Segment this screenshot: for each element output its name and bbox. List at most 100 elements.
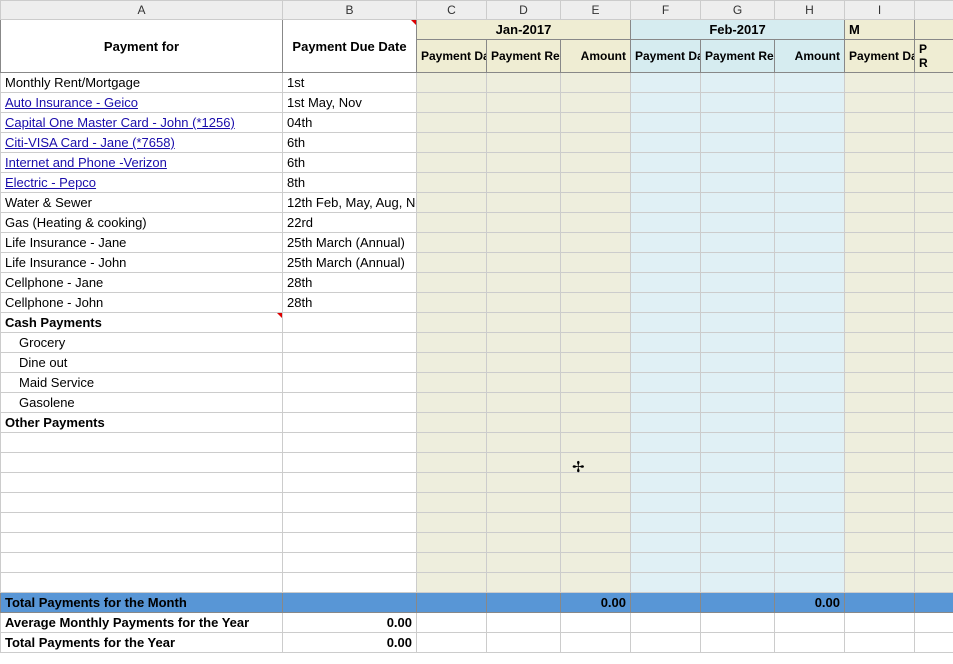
table-row[interactable]: Capital One Master Card - John (*1256)04… <box>1 113 953 133</box>
cell-month-jan[interactable] <box>561 373 631 393</box>
cell-month-jan[interactable] <box>417 73 487 93</box>
cell-month-jan[interactable] <box>417 173 487 193</box>
cell-month-feb[interactable] <box>701 453 775 473</box>
cell-payment-for[interactable] <box>1 513 283 533</box>
col-header[interactable] <box>915 1 953 20</box>
cell-month-next[interactable] <box>915 233 953 253</box>
cell-payment-for[interactable] <box>1 493 283 513</box>
subheader-payment-date[interactable]: Payment Date <box>631 40 701 73</box>
cell-due-date[interactable] <box>283 513 417 533</box>
table-row[interactable]: Cellphone - Jane28th <box>1 273 953 293</box>
cell-payment-for[interactable]: Other Payments <box>1 413 283 433</box>
cell-month-feb[interactable] <box>775 353 845 373</box>
cell-month-next[interactable] <box>915 313 953 333</box>
cell-month-jan[interactable] <box>417 573 487 593</box>
cell-month-feb[interactable] <box>631 353 701 373</box>
cell-month-jan[interactable] <box>561 573 631 593</box>
table-row[interactable]: Grocery <box>1 333 953 353</box>
cell-month-feb[interactable] <box>631 453 701 473</box>
col-header[interactable]: I <box>845 1 915 20</box>
cell-month-feb[interactable] <box>775 133 845 153</box>
cell-month-jan[interactable] <box>561 513 631 533</box>
col-header[interactable]: H <box>775 1 845 20</box>
cell-payment-for[interactable]: Grocery <box>1 333 283 353</box>
cell-month-next[interactable] <box>845 433 915 453</box>
cell-month-feb[interactable] <box>775 313 845 333</box>
cell-month-feb[interactable] <box>631 493 701 513</box>
cell-month-jan[interactable] <box>417 233 487 253</box>
cell-month-next[interactable] <box>845 313 915 333</box>
cell-month-jan[interactable] <box>561 493 631 513</box>
cell-month-jan[interactable] <box>561 113 631 133</box>
cell-month-jan[interactable] <box>487 433 561 453</box>
cell-due-date[interactable]: 8th <box>283 173 417 193</box>
cell-month-jan[interactable] <box>561 473 631 493</box>
cell-month-jan[interactable] <box>561 393 631 413</box>
cell-month-feb[interactable] <box>701 353 775 373</box>
cell-month-jan[interactable] <box>487 513 561 533</box>
cell-month-jan[interactable] <box>487 213 561 233</box>
cell-month-jan[interactable] <box>487 333 561 353</box>
cell-month-next[interactable] <box>915 293 953 313</box>
subheader-payment-date[interactable]: Payment Date <box>417 40 487 73</box>
cell-month-next[interactable] <box>845 73 915 93</box>
cell-month-next[interactable] <box>915 513 953 533</box>
cell-month-feb[interactable] <box>701 153 775 173</box>
cell-month-feb[interactable] <box>775 173 845 193</box>
cell-month-feb[interactable] <box>701 273 775 293</box>
cell-month-feb[interactable] <box>775 233 845 253</box>
cell-month-feb[interactable] <box>701 173 775 193</box>
cell-month-feb[interactable] <box>701 313 775 333</box>
cell-month-jan[interactable] <box>417 153 487 173</box>
table-row[interactable]: Maid Service <box>1 373 953 393</box>
cell-due-date[interactable]: 1st May, Nov <box>283 93 417 113</box>
table-row[interactable]: Citi-VISA Card - Jane (*7658)6th <box>1 133 953 153</box>
cell-month-next[interactable] <box>915 153 953 173</box>
cell-month-jan[interactable] <box>417 93 487 113</box>
table-row[interactable] <box>1 513 953 533</box>
cell-month-feb[interactable] <box>701 333 775 353</box>
cell-payment-for[interactable]: Dine out <box>1 353 283 373</box>
cell-due-date[interactable] <box>283 433 417 453</box>
cell-month-jan[interactable] <box>487 533 561 553</box>
cell-month-jan[interactable] <box>417 433 487 453</box>
cell-due-date[interactable]: 25th March (Annual) <box>283 253 417 273</box>
cell-month-jan[interactable] <box>487 273 561 293</box>
cell-due-date[interactable] <box>283 473 417 493</box>
cell-payment-for[interactable] <box>1 553 283 573</box>
cell-month-jan[interactable] <box>487 473 561 493</box>
header-month-partial[interactable]: M <box>845 20 915 40</box>
cell-month-feb[interactable] <box>701 133 775 153</box>
cell-month-jan[interactable] <box>561 253 631 273</box>
cell-month-next[interactable] <box>915 333 953 353</box>
cell-month-jan[interactable] <box>417 473 487 493</box>
header-month-partial[interactable] <box>915 20 953 40</box>
cell-month-jan[interactable] <box>561 273 631 293</box>
cell-month-feb[interactable] <box>775 73 845 93</box>
cell-month-feb[interactable] <box>631 93 701 113</box>
cell-month-feb[interactable] <box>775 93 845 113</box>
cell-month-feb[interactable] <box>775 473 845 493</box>
cell-payment-for[interactable] <box>1 433 283 453</box>
cell-month-jan[interactable] <box>417 253 487 273</box>
cell-month-feb[interactable] <box>631 133 701 153</box>
cell-due-date[interactable] <box>283 413 417 433</box>
cell-month-next[interactable] <box>845 573 915 593</box>
cell-payment-for[interactable]: Cellphone - Jane <box>1 273 283 293</box>
cell-due-date[interactable]: 6th <box>283 133 417 153</box>
subheader-payment-reference[interactable]: Payment Reference <box>487 40 561 73</box>
cell-month-jan[interactable] <box>487 413 561 433</box>
table-row[interactable]: Dine out <box>1 353 953 373</box>
cell-payment-for[interactable]: Water & Sewer <box>1 193 283 213</box>
cell-month-feb[interactable] <box>775 273 845 293</box>
cell-month-feb[interactable] <box>775 293 845 313</box>
cell-month-feb[interactable] <box>701 433 775 453</box>
cell-month-next[interactable] <box>845 353 915 373</box>
cell-month-next[interactable] <box>915 193 953 213</box>
cell-month-next[interactable] <box>845 273 915 293</box>
cell-month-jan[interactable] <box>487 113 561 133</box>
table-row[interactable]: Auto Insurance - Geico1st May, Nov <box>1 93 953 113</box>
cell-month-next[interactable] <box>915 113 953 133</box>
cell-month-jan[interactable] <box>561 453 631 473</box>
cell-month-jan[interactable] <box>487 133 561 153</box>
